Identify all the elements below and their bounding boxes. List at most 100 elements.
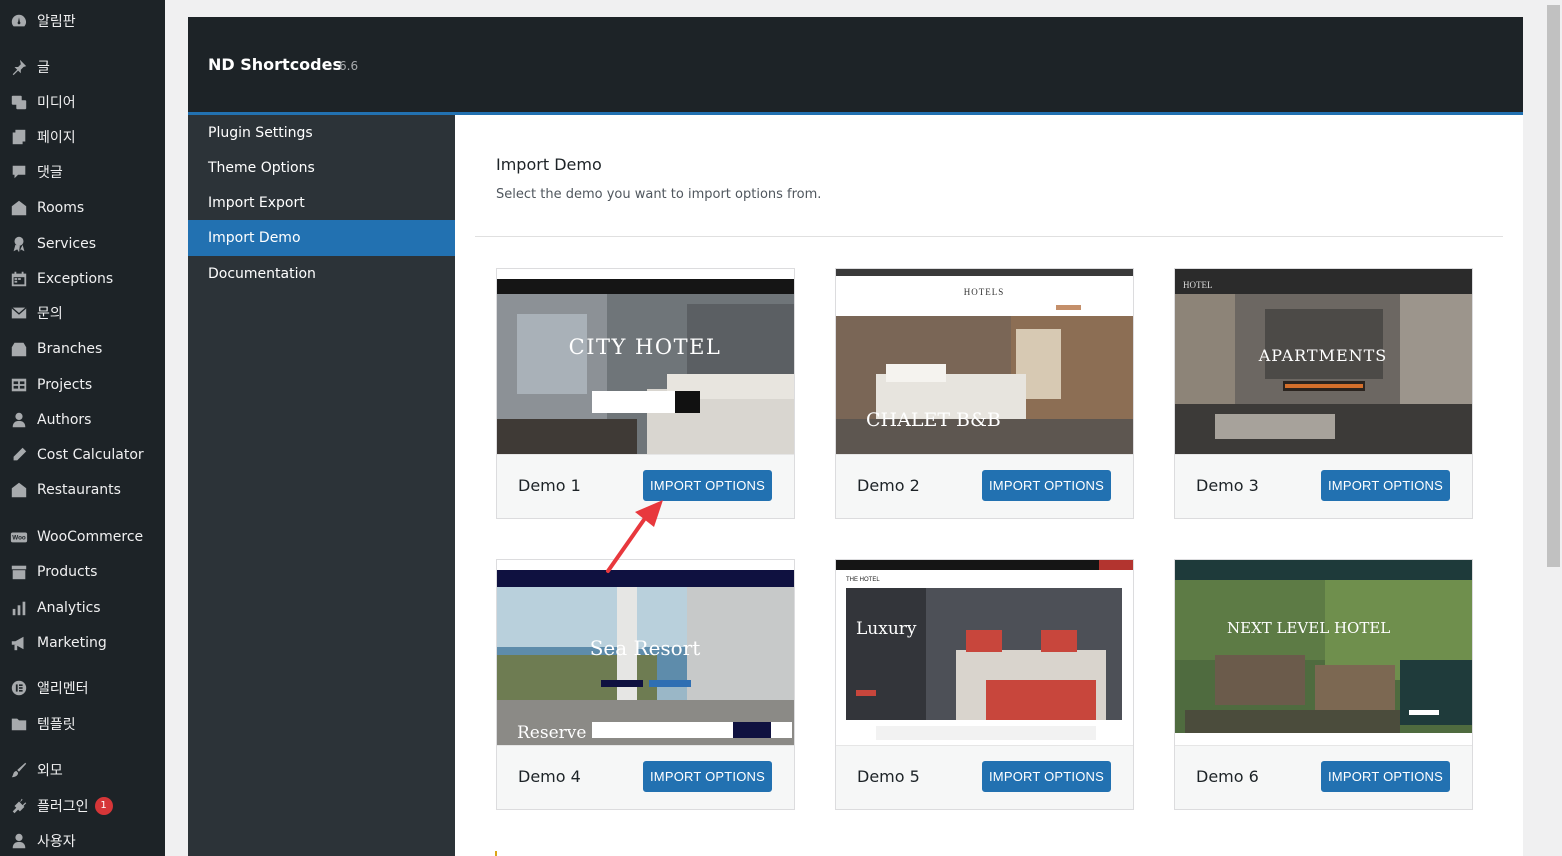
menu-item-cost-calculator[interactable]: Cost Calculator [0, 438, 165, 472]
media-icon [9, 92, 29, 112]
menu-item-plugins[interactable]: 플러그인 1 [0, 789, 165, 823]
import-options-button[interactable]: IMPORT OPTIONS [982, 761, 1111, 792]
update-count-badge: 1 [94, 797, 113, 815]
menu-label: WooCommerce [37, 529, 144, 545]
menu-item-media[interactable]: 미디어 [0, 85, 165, 119]
divider [475, 236, 1503, 237]
nav-documentation[interactable]: Documentation [188, 256, 455, 292]
demo-card-footer: Demo 6 IMPORT OPTIONS [1175, 745, 1472, 809]
brush-icon [9, 760, 29, 780]
menu-label: Rooms [37, 200, 85, 216]
menu-item-templates[interactable]: 템플릿 [0, 707, 165, 741]
menu-item-posts[interactable]: 글 [0, 50, 165, 84]
building-icon [9, 480, 29, 500]
menu-label: 사용자 [37, 834, 76, 850]
svg-text:Woo: Woo [12, 535, 26, 542]
menu-item-restaurants[interactable]: Restaurants [0, 473, 165, 507]
dashboard-icon [9, 11, 29, 31]
menu-item-elementor[interactable]: 앨리멘터 [0, 671, 165, 705]
menu-label: Projects [37, 377, 93, 393]
user-icon [9, 410, 29, 430]
admin-sidebar: 알림판 글 미디어 페이지 댓글 Rooms Services Exceptio… [0, 0, 165, 856]
preview-title: Sea Resort [590, 636, 701, 660]
demo-card-footer: Demo 2 IMPORT OPTIONS [836, 454, 1133, 518]
notice-accent [495, 851, 497, 856]
plugin-nav: Plugin Settings Theme Options Import Exp… [188, 115, 455, 856]
demo-name: Demo 1 [518, 476, 581, 495]
menu-label: 플러그인 [37, 799, 89, 815]
section-description: Select the demo you want to import optio… [496, 187, 822, 202]
menu-label: Cost Calculator [37, 447, 144, 463]
menu-label: Authors [37, 412, 92, 428]
demo-preview-image[interactable]: HOTELS CHALET B&B [836, 269, 1133, 454]
demo-card: THE HOTEL Luxury Demo 5 IMPORT OPTIONS [835, 559, 1134, 810]
menu-item-services[interactable]: Services [0, 227, 165, 261]
preview-logo: HOTELS [964, 287, 1005, 297]
archive-icon [9, 562, 29, 582]
demo-preview-image[interactable]: HOTEL APARTMENTS [1175, 269, 1472, 454]
menu-item-inquiry[interactable]: 문의 [0, 296, 165, 330]
nav-theme-options[interactable]: Theme Options [188, 150, 455, 186]
plugin-panel: ND Shortcodes 6.6 Plugin Settings Theme … [188, 17, 1523, 856]
demo-preview-image[interactable]: CITY HOTEL [497, 269, 794, 454]
demo-card: Sea Resort Reserve ! Demo 4 IMPORT OPTIO… [496, 559, 795, 810]
demo-preview-image[interactable]: THE HOTEL Luxury [836, 560, 1133, 745]
woo-icon: Woo [9, 527, 29, 547]
menu-item-marketing[interactable]: Marketing [0, 626, 165, 660]
import-options-button[interactable]: IMPORT OPTIONS [643, 470, 772, 501]
menu-item-pages[interactable]: 페이지 [0, 120, 165, 154]
menu-label: 글 [37, 60, 50, 76]
import-options-button[interactable]: IMPORT OPTIONS [1321, 761, 1450, 792]
menu-item-authors[interactable]: Authors [0, 403, 165, 437]
building-icon [9, 198, 29, 218]
menu-item-users[interactable]: 사용자 [0, 824, 165, 856]
menu-label: 문의 [37, 306, 63, 322]
nav-import-export[interactable]: Import Export [188, 185, 455, 221]
menu-label: 알림판 [37, 14, 76, 30]
scrollbar-thumb[interactable] [1547, 5, 1560, 567]
preview-reserve: Reserve ! [517, 723, 599, 743]
menu-item-rooms[interactable]: Rooms [0, 191, 165, 225]
preview-title: APARTMENTS [1258, 346, 1388, 365]
import-demo-content: Import Demo Select the demo you want to … [455, 115, 1523, 856]
nav-plugin-settings[interactable]: Plugin Settings [188, 115, 455, 151]
demo-card: HOTELS CHALET B&B Demo 2 IMPORT OPTIONS [835, 268, 1134, 519]
menu-label: 미디어 [37, 95, 76, 111]
bar-chart-icon [9, 598, 29, 618]
menu-label: Restaurants [37, 482, 121, 498]
menu-item-appearance[interactable]: 외모 [0, 753, 165, 787]
demo-name: Demo 2 [857, 476, 920, 495]
menu-item-branches[interactable]: Branches [0, 332, 165, 366]
plugin-version: 6.6 [339, 59, 359, 73]
menu-item-comments[interactable]: 댓글 [0, 155, 165, 189]
menu-label: 외모 [37, 763, 63, 779]
menu-item-products[interactable]: Products [0, 555, 165, 589]
demo-preview-image[interactable]: NEXT LEVEL HOTEL [1175, 560, 1472, 745]
plugin-icon [9, 796, 29, 816]
import-options-button[interactable]: IMPORT OPTIONS [643, 761, 772, 792]
store-icon [9, 339, 29, 359]
demo-name: Demo 3 [1196, 476, 1259, 495]
demo-name: Demo 6 [1196, 767, 1259, 786]
menu-label: Products [37, 564, 98, 580]
menu-item-dashboard[interactable]: 알림판 [0, 4, 165, 38]
menu-item-projects[interactable]: Projects [0, 368, 165, 402]
page-scrollbar[interactable] [1545, 0, 1562, 856]
menu-item-exceptions[interactable]: Exceptions [0, 262, 165, 296]
menu-label: 댓글 [37, 165, 63, 181]
import-options-button[interactable]: IMPORT OPTIONS [1321, 470, 1450, 501]
email-icon [9, 303, 29, 323]
preview-title: CITY HOTEL [569, 335, 722, 359]
nav-import-demo[interactable]: Import Demo [188, 220, 455, 256]
pencil-icon [9, 445, 29, 465]
demo-preview-image[interactable]: Sea Resort Reserve ! [497, 560, 794, 745]
menu-item-analytics[interactable]: Analytics [0, 591, 165, 625]
demo-card: HOTEL APARTMENTS Demo 3 IMPORT OPTIONS [1174, 268, 1473, 519]
preview-title: Luxury [856, 619, 917, 639]
import-options-button[interactable]: IMPORT OPTIONS [982, 470, 1111, 501]
menu-item-woocommerce[interactable]: Woo WooCommerce [0, 520, 165, 554]
pages-icon [9, 127, 29, 147]
menu-label: Exceptions [37, 271, 114, 287]
portfolio-icon [9, 375, 29, 395]
menu-label: Marketing [37, 635, 107, 651]
